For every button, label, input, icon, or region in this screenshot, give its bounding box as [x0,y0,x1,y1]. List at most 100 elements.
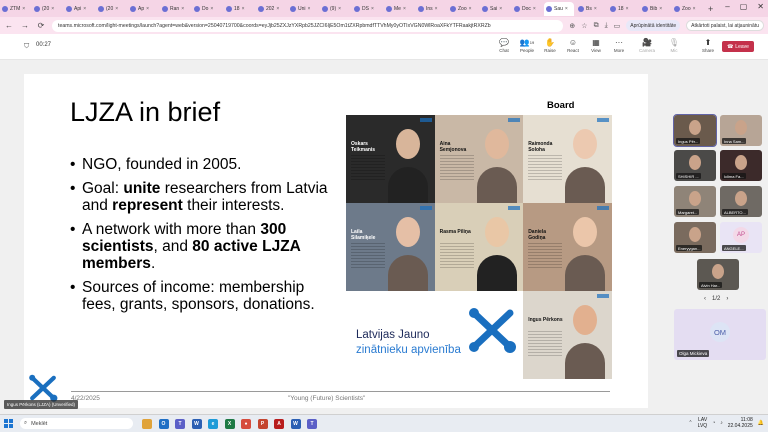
browser-tab[interactable]: (9) × [320,2,350,16]
participant-tile[interactable]: ALBERTO... [720,186,762,217]
profile-pill[interactable]: Aprūpinātā identitāte [626,20,681,31]
participant-tile-large[interactable]: OM Olga Mickieva [674,309,766,360]
taskbar-teams2-icon[interactable]: T [307,419,317,429]
participant-tile[interactable]: AP ANGELE... [720,222,762,253]
tab-close-icon[interactable]: × [181,6,184,12]
mic-button[interactable]: 🎙 Mic [664,37,684,53]
restart-update-pill[interactable]: Atkārtoti palaist, lai atjauninātu [686,20,764,31]
raise-button[interactable]: ✋ Raise [540,37,560,53]
minimize-icon[interactable]: – [725,2,729,11]
reload-icon[interactable]: ⟳ [36,21,46,30]
browser-tab[interactable]: 18 × [224,2,254,16]
leave-button[interactable]: ☎ Leave [722,41,754,52]
browser-tab[interactable]: Sau × [544,1,574,16]
tab-close-icon[interactable]: × [338,6,341,12]
browser-tab[interactable]: 18 × [608,2,638,16]
taskbar-outlook-icon[interactable]: O [158,419,169,429]
browser-tab[interactable]: Zoo × [448,2,478,16]
tab-close-icon[interactable]: × [146,6,149,12]
taskbar-powerpoint-icon[interactable]: P [257,419,268,429]
taskbar-acrobat-icon[interactable]: A [274,419,284,429]
extensions-icon[interactable]: ⧉ [594,22,599,30]
browser-tab[interactable]: Ap × [128,2,158,16]
participant-tile[interactable]: Margaret... [674,186,716,217]
tab-close-icon[interactable]: × [626,6,629,12]
participant-tile[interactable]: SHISHIR ... [674,150,716,181]
pager-prev-icon[interactable]: ‹ [704,296,706,302]
taskbar-chrome-icon[interactable]: ● [241,419,251,429]
browser-tab[interactable]: Ins × [416,2,446,16]
view-button[interactable]: ▦ View [586,37,606,53]
download-icon[interactable]: ⤓ [605,22,608,30]
participant-tile[interactable]: Eneryygan... [674,222,716,253]
browser-tab[interactable]: Bib × [640,2,670,16]
tab-close-icon[interactable]: × [594,6,597,12]
people-button[interactable]: 👥19 People [517,37,537,53]
share-button[interactable]: ⬆ Share [698,37,718,53]
participant-tile[interactable]: Inna Sam... [720,115,762,146]
participant-tile[interactable]: Ingus Pēr... [673,114,717,147]
browser-tab[interactable]: Sai × [480,2,510,16]
browser-tab[interactable]: Api × [64,2,94,16]
taskbar-explorer-icon[interactable] [142,419,152,429]
participant-tile[interactable]: Alvin Har... [697,259,739,290]
taskbar-edge-icon[interactable]: e [208,419,218,429]
taskbar-excel-icon[interactable]: X [224,419,235,429]
browser-tab[interactable]: 202 × [256,2,286,16]
tab-close-icon[interactable]: × [435,6,438,12]
browser-tab[interactable]: (20 × [96,2,126,16]
browser-tab[interactable]: Do × [192,2,222,16]
browser-tab[interactable]: Bs × [576,2,606,16]
react-button[interactable]: ☺ React [563,37,583,53]
tab-close-icon[interactable]: × [565,6,568,12]
participant-tile[interactable]: Iclima Fa... [720,150,762,181]
tray-chevron-icon[interactable]: ⌃ [688,420,692,426]
browser-tab[interactable]: ZTM × [0,2,30,16]
browser-tab[interactable]: Uni × [288,2,318,16]
windows-start-icon[interactable] [4,419,13,428]
tab-close-icon[interactable]: × [371,6,374,12]
browser-tab[interactable]: DS × [352,2,382,16]
taskbar-teams-icon[interactable]: T [175,419,185,429]
browser-tab[interactable]: Ran × [160,2,190,16]
tab-close-icon[interactable]: × [51,6,54,12]
new-tab-button[interactable]: + [708,4,713,14]
tab-close-icon[interactable]: × [22,6,25,12]
zoom-icon[interactable]: ⊕ [569,22,575,30]
tab-close-icon[interactable]: × [308,6,311,12]
notification-bell-icon[interactable]: 🔔 [758,420,764,426]
back-icon[interactable]: ← [4,21,14,30]
tab-close-icon[interactable]: × [469,6,472,12]
browser-tab[interactable]: Zoo × [672,2,702,16]
taskbar-word2-icon[interactable]: W [290,419,301,429]
volume-icon[interactable]: ♪ [720,420,723,426]
tab-close-icon[interactable]: × [210,6,213,12]
sidebar-icon[interactable]: ▭ [614,22,621,30]
maximize-icon[interactable]: ▢ [740,2,748,11]
more-button[interactable]: ··· More [609,37,629,53]
taskbar-word-icon[interactable]: W [191,419,202,429]
tab-close-icon[interactable]: × [533,6,536,12]
tab-close-icon[interactable]: × [242,6,245,12]
tab-close-icon[interactable]: × [276,6,279,12]
browser-tab[interactable]: Me × [384,2,414,16]
forward-icon[interactable]: → [20,21,30,30]
tab-close-icon[interactable]: × [403,6,406,12]
tab-close-icon[interactable]: × [115,6,118,12]
tab-close-icon[interactable]: × [659,6,662,12]
browser-tab[interactable]: Doc × [512,2,542,16]
tab-close-icon[interactable]: × [83,6,86,12]
url-field[interactable]: teams.microsoft.com/light-meetings/launc… [52,19,564,32]
camera-button[interactable]: 🎥 Camera [637,37,657,53]
tab-close-icon[interactable]: × [499,6,502,12]
pager-next-icon[interactable]: › [726,296,728,302]
favorite-star-icon[interactable]: ☆ [581,22,587,30]
browser-tab[interactable]: (20 × [32,2,62,16]
taskbar-search[interactable]: ⌕ Meklēt [20,418,133,429]
language-indicator[interactable]: LAV LVQ [698,417,708,429]
wifi-icon[interactable]: ◔ [712,420,715,426]
chat-button[interactable]: 💬 Chat [494,37,514,53]
close-window-icon[interactable]: ✕ [757,2,764,11]
clock[interactable]: 11:08 22.04.2025 [728,417,753,429]
tab-close-icon[interactable]: × [693,6,696,12]
